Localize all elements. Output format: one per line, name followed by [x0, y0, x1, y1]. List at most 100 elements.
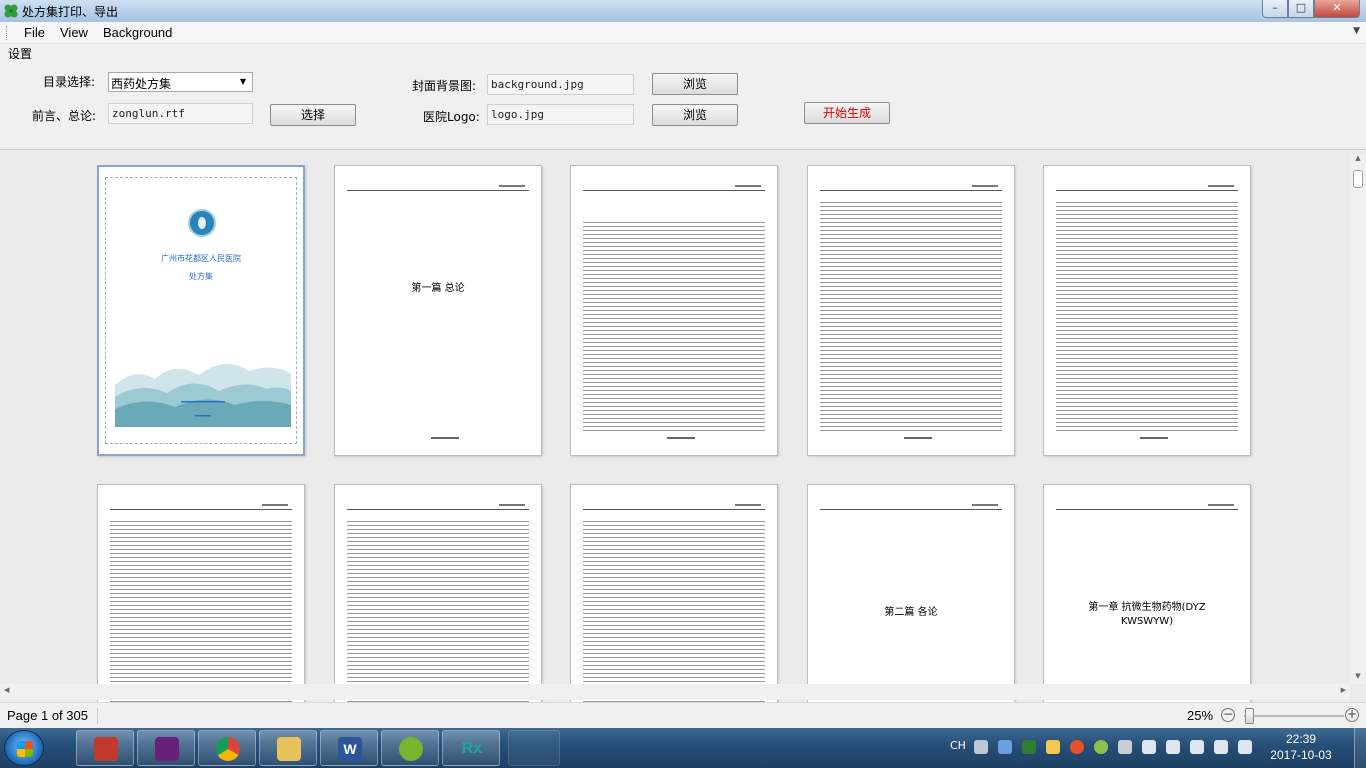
page-text-block — [347, 521, 529, 702]
page-thumbnail-3[interactable] — [570, 165, 778, 456]
browse-cover-bg-button[interactable]: 浏览 — [652, 73, 738, 95]
clock-time: 22:39 — [1285, 732, 1317, 746]
preface-file-field[interactable]: zonglun.rtf — [108, 103, 253, 124]
page-9-title: 第二篇 各论 — [884, 607, 938, 618]
catalog-select-value: 西药处方集 — [111, 77, 172, 91]
network-warning-icon[interactable] — [1118, 740, 1132, 754]
minimize-button[interactable]: – — [1262, 0, 1288, 18]
zoom-in-icon[interactable]: + — [1345, 708, 1359, 722]
zoom-out-icon[interactable]: − — [1221, 708, 1235, 722]
security-icon[interactable] — [1070, 740, 1084, 754]
page-thumbnail-8[interactable] — [570, 484, 778, 702]
tray-app-icon[interactable] — [998, 740, 1012, 754]
visual-studio-icon — [155, 737, 179, 761]
settings-legend: 设置 — [8, 47, 33, 61]
browse-logo-button[interactable]: 浏览 — [652, 104, 738, 126]
page-text-block — [110, 521, 292, 702]
select-preface-button[interactable]: 选择 — [270, 104, 356, 126]
scroll-right-icon[interactable]: ▶ — [1341, 686, 1346, 694]
clipboard-icon[interactable] — [1166, 740, 1180, 754]
zoom-slider-thumb[interactable] — [1245, 708, 1254, 724]
cover-hospital-name: 广州市花都区人民医院 — [161, 254, 241, 263]
toolbox-app-icon — [94, 737, 118, 761]
page-thumbnail-9[interactable]: 第二篇 各论 — [807, 484, 1015, 702]
ime-indicator[interactable]: CH — [950, 739, 966, 752]
status-bar: Page 1 of 305 25% − + — [0, 702, 1366, 728]
mountain-landscape-image — [115, 363, 291, 427]
page-thumbnail-6[interactable] — [97, 484, 305, 702]
hospital-logo-icon — [188, 209, 216, 237]
page-text-block — [820, 202, 1002, 433]
page-thumbnail-2[interactable]: 第一篇 总论 — [334, 165, 542, 456]
taskbar-app-toolbox[interactable] — [76, 730, 134, 766]
taskbar-app-rx[interactable]: Rx — [442, 730, 500, 766]
start-button[interactable] — [4, 730, 44, 766]
zoom-level: 25% — [1187, 708, 1214, 723]
menu-background[interactable]: Background — [103, 25, 172, 40]
vertical-scrollbar[interactable]: ▲ ▼ — [1350, 154, 1366, 684]
cover-subtitle: 处方集 — [189, 272, 213, 281]
taskbar-app-wechat[interactable] — [381, 730, 439, 766]
windows-logo-icon — [17, 741, 33, 757]
power-icon[interactable] — [1190, 740, 1204, 754]
zoom-slider-track[interactable] — [1244, 715, 1344, 717]
show-desktop-button[interactable] — [1354, 728, 1366, 768]
page-10-title: 第一章 抗微生物药物(DYZ KWSWYW) — [1088, 602, 1206, 627]
rx-app-icon: Rx — [461, 740, 483, 757]
action-center-icon[interactable] — [1238, 740, 1252, 754]
keyboard-icon[interactable] — [974, 740, 988, 754]
menu-view[interactable]: View — [60, 25, 88, 40]
taskbar-app-explorer[interactable] — [259, 730, 317, 766]
wechat-icon — [399, 737, 423, 761]
wechat-tray-icon[interactable] — [1094, 740, 1108, 754]
page-thumbnail-4[interactable] — [807, 165, 1015, 456]
page-indicator: Page 1 of 305 — [7, 708, 88, 723]
chrome-icon — [216, 737, 240, 761]
catalog-label: 目录选择: — [43, 75, 96, 89]
tray-green-icon[interactable] — [1022, 740, 1036, 754]
file-explorer-icon — [277, 737, 301, 761]
taskbar-app-visual-studio[interactable] — [137, 730, 195, 766]
chevron-down-icon[interactable]: ▼ — [235, 74, 251, 90]
settings-panel: 设置 目录选择: 西药处方集 ▼ 前言、总论: zonglun.rtf 选择 封… — [0, 44, 1366, 150]
cover-bg-label: 封面背景图: — [412, 79, 477, 93]
taskbar-app-chrome[interactable] — [198, 730, 256, 766]
menu-bar: File View Background ▼ — [0, 22, 1366, 44]
menu-grip — [6, 26, 8, 40]
clock-date: 2017-10-03 — [1270, 748, 1332, 762]
catalog-select[interactable]: 西药处方集 ▼ — [108, 72, 253, 92]
maximize-button[interactable]: □ — [1288, 0, 1314, 18]
menu-overflow-icon[interactable]: ▼ — [1353, 26, 1360, 36]
page-text-block — [583, 521, 765, 702]
logo-field[interactable]: logo.jpg — [487, 104, 634, 125]
menu-file[interactable]: File — [24, 25, 45, 40]
logo-label: 医院Logo: — [423, 110, 480, 124]
taskbar: W Rx CH 22:39 2017-10-03 — [0, 728, 1366, 768]
close-button[interactable]: ✕ — [1314, 0, 1360, 18]
notes-icon[interactable] — [1046, 740, 1060, 754]
page-text-block — [1056, 202, 1238, 433]
title-bar: 处方集打印、导出 – □ ✕ — [0, 0, 1366, 22]
start-generate-button[interactable]: 开始生成 — [804, 102, 890, 124]
taskbar-app-word[interactable]: W — [320, 730, 378, 766]
signal-icon[interactable] — [1142, 740, 1156, 754]
vertical-scroll-thumb[interactable] — [1353, 170, 1363, 188]
preview-area[interactable]: 广州市花都区人民医院 处方集 第一篇 总论 第二篇 各论 第一章 抗微生物药物(… — [0, 150, 1366, 702]
window-title: 处方集打印、导出 — [22, 5, 119, 19]
scroll-up-icon[interactable]: ▲ — [1350, 154, 1366, 166]
cover-bg-field[interactable]: background.jpg — [487, 74, 634, 95]
taskbar-app-blank[interactable] — [508, 730, 560, 766]
system-clock[interactable]: 22:39 2017-10-03 — [1268, 731, 1334, 763]
page-thumbnail-10[interactable]: 第一章 抗微生物药物(DYZ KWSWYW) — [1043, 484, 1251, 702]
page-2-title: 第一篇 总论 — [411, 283, 465, 294]
page-text-block — [583, 222, 765, 433]
scroll-left-icon[interactable]: ◀ — [4, 686, 9, 694]
page-thumbnail-5[interactable] — [1043, 165, 1251, 456]
word-icon: W — [338, 737, 362, 761]
page-thumbnail-7[interactable] — [334, 484, 542, 702]
page-thumbnail-cover[interactable]: 广州市花都区人民医院 处方集 — [97, 165, 305, 456]
volume-muted-icon[interactable] — [1214, 740, 1228, 754]
scroll-down-icon[interactable]: ▼ — [1350, 672, 1366, 684]
preface-label: 前言、总论: — [32, 109, 97, 123]
horizontal-scrollbar[interactable]: ◀ ▶ — [0, 684, 1350, 700]
